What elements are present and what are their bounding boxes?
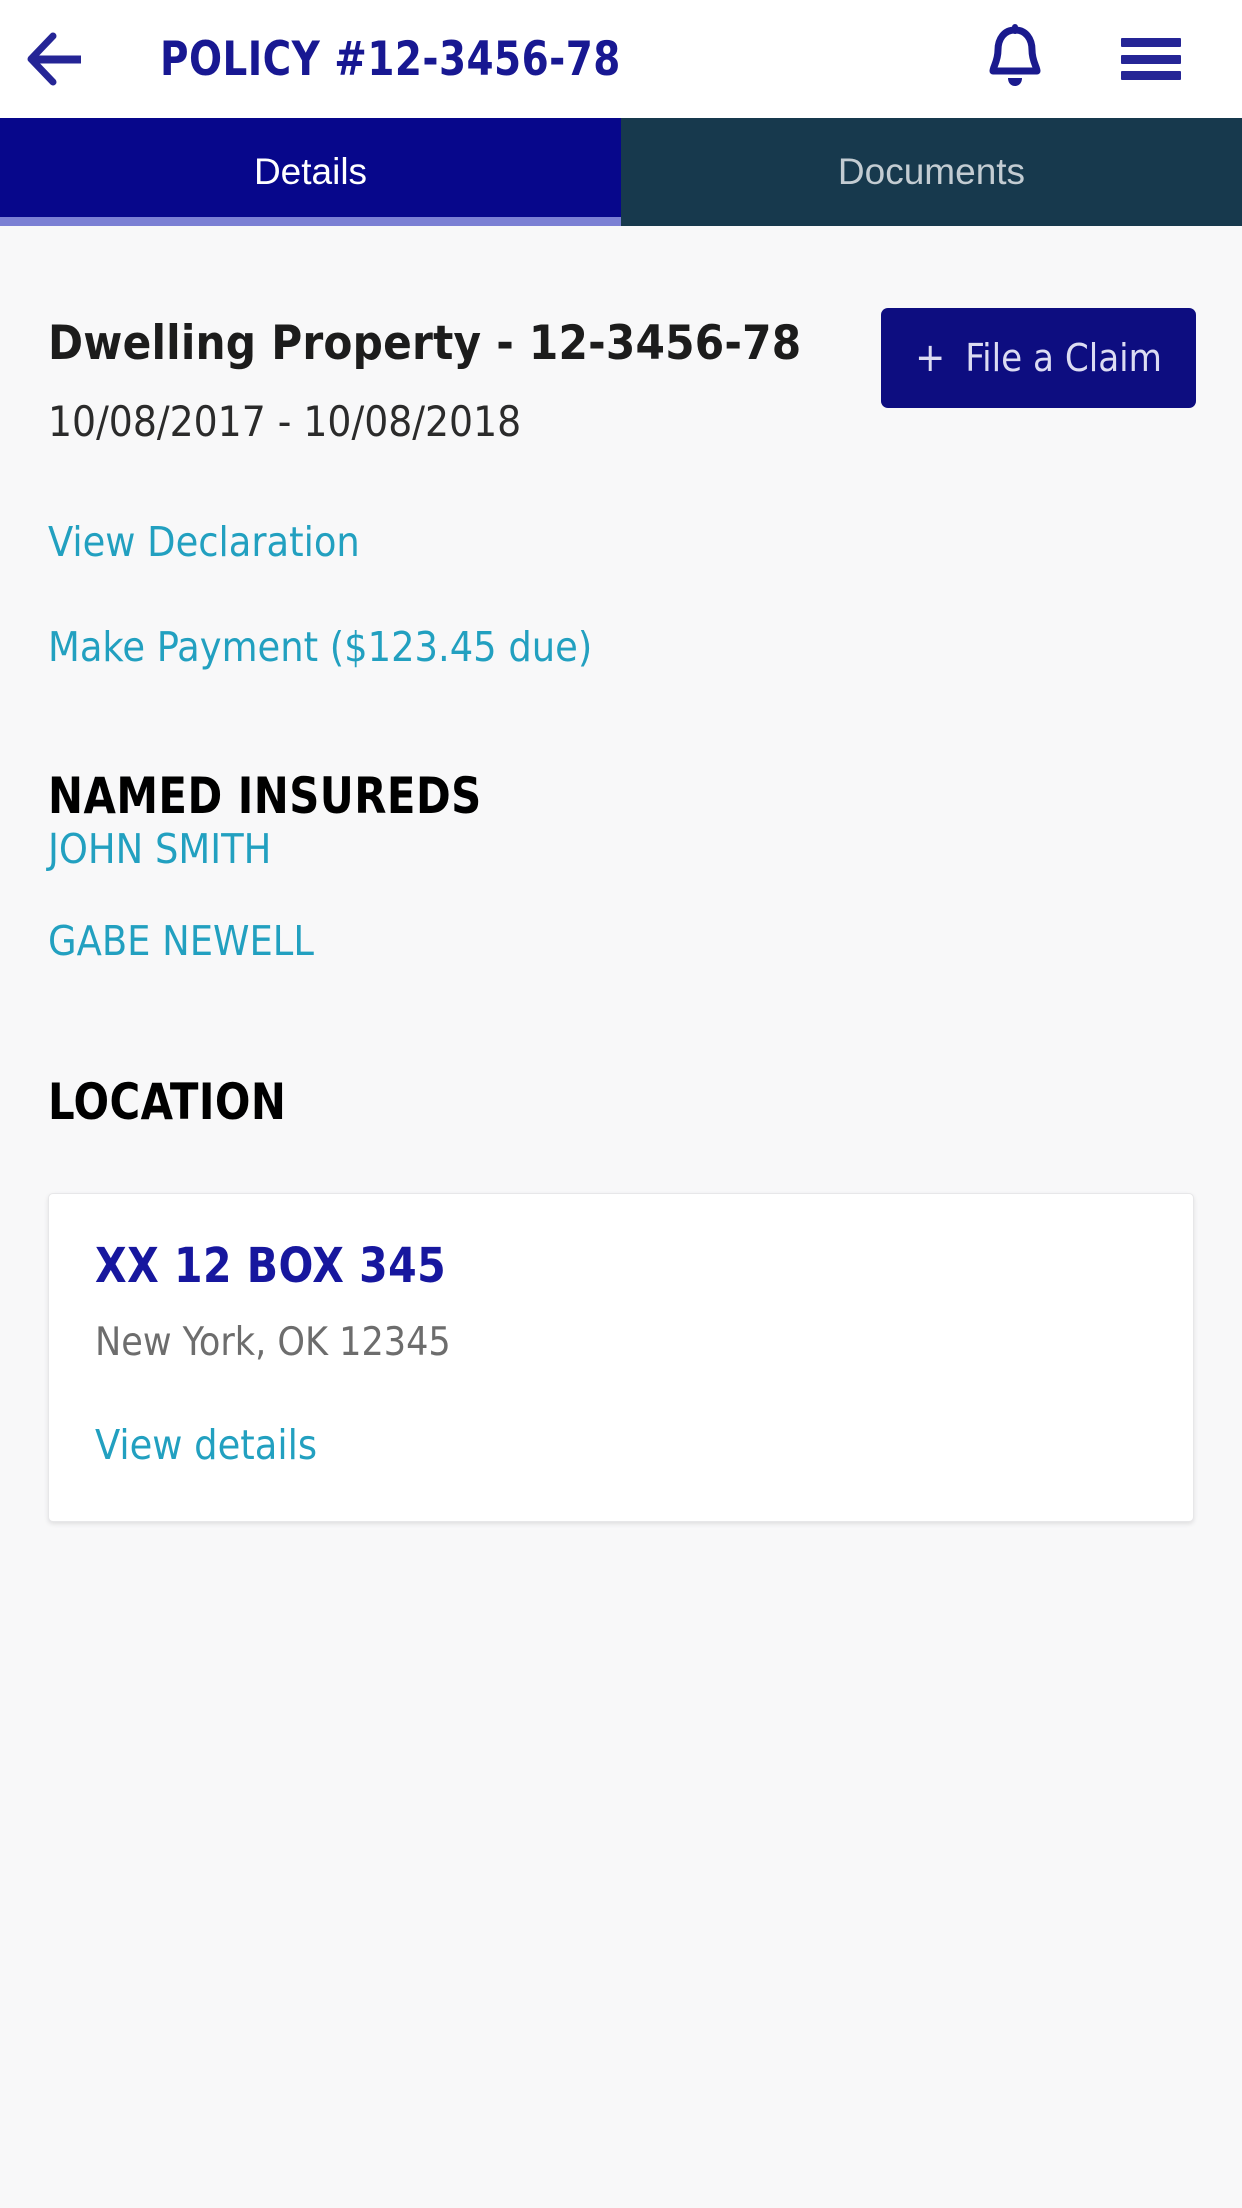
back-button[interactable] [0, 0, 112, 118]
location-address-line2: New York, OK 12345 [95, 1320, 451, 1365]
file-a-claim-label: File a Claim [965, 336, 1162, 380]
plus-icon: + [915, 335, 946, 381]
view-declaration-link[interactable]: View Declaration [48, 518, 1194, 566]
app-bar: POLICY #12-3456-78 [0, 0, 1242, 118]
hamburger-bar-2 [1121, 54, 1181, 64]
policy-summary: Dwelling Property - 12-3456-78 10/08/201… [48, 308, 801, 446]
bell-icon [984, 23, 1046, 96]
policy-summary-row: Dwelling Property - 12-3456-78 10/08/201… [48, 226, 1196, 446]
make-payment-link[interactable]: Make Payment ($123.45 due) [48, 623, 1194, 671]
tab-details[interactable]: Details [0, 118, 621, 226]
hamburger-menu-icon [1121, 38, 1181, 80]
hamburger-bar-3 [1121, 71, 1181, 80]
tab-documents[interactable]: Documents [621, 118, 1242, 226]
policy-term-dates: 10/08/2017 - 10/08/2018 [48, 397, 522, 446]
menu-button[interactable] [1092, 0, 1210, 118]
notifications-button[interactable] [956, 0, 1074, 118]
view-details-link[interactable]: View details [95, 1421, 1147, 1469]
list-item[interactable]: GABE NEWELL [48, 917, 1194, 965]
file-a-claim-button[interactable]: + File a Claim [881, 308, 1196, 408]
arrow-left-icon [25, 32, 87, 86]
location-address-line1: XX 12 BOX 345 [95, 1238, 447, 1294]
tab-details-label: Details [253, 151, 368, 192]
hamburger-bar-1 [1121, 38, 1181, 47]
page-title: POLICY #12-3456-78 [160, 31, 621, 87]
tab-bar: Details Documents [0, 118, 1242, 226]
named-insureds-heading: NAMED INSUREDS [48, 767, 482, 825]
policy-name: Dwelling Property - 12-3456-78 [48, 316, 802, 371]
details-content: Dwelling Property - 12-3456-78 10/08/201… [0, 226, 1242, 1522]
tab-documents-label: Documents [837, 151, 1026, 192]
location-card[interactable]: XX 12 BOX 345 New York, OK 12345 View de… [48, 1193, 1194, 1522]
location-heading: LOCATION [48, 1073, 287, 1131]
list-item[interactable]: JOHN SMITH [48, 825, 1194, 873]
